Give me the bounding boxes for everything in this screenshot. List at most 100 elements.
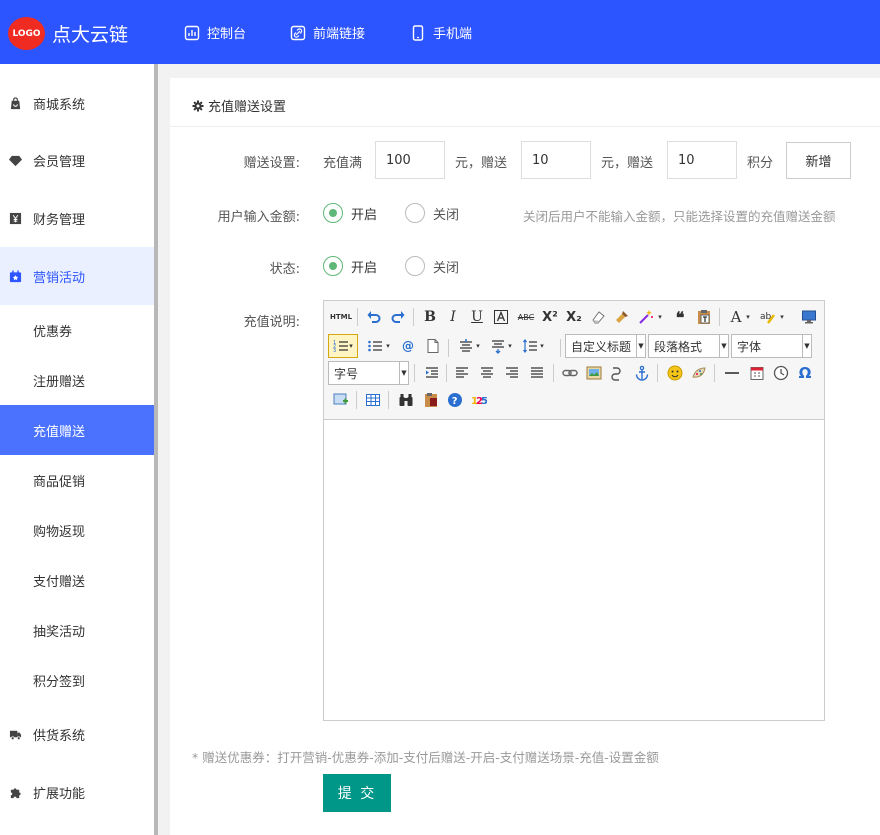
indent-icon[interactable]	[422, 363, 442, 383]
bold-icon[interactable]: B	[420, 307, 440, 327]
toolbar-separator	[388, 391, 389, 409]
radio-label: 关闭	[433, 260, 460, 276]
sidebar-scrollbar[interactable]	[154, 64, 158, 835]
chevron-down-icon[interactable]: ▾	[778, 307, 786, 327]
undo-icon[interactable]	[364, 307, 384, 327]
sidebar-sub-payment-gift[interactable]: 支付赠送	[0, 555, 154, 605]
paste-text-icon[interactable]	[694, 307, 714, 327]
eraser-icon[interactable]	[588, 307, 608, 327]
submit-button[interactable]: 提 交	[323, 774, 391, 812]
preview-icon[interactable]	[799, 307, 819, 327]
sidebar-sub-lottery[interactable]: 抽奖活动	[0, 605, 154, 655]
unordered-list-icon[interactable]	[365, 336, 385, 356]
search-replace-icon[interactable]	[396, 390, 416, 410]
clear-doc-icon[interactable]	[423, 336, 443, 356]
highlight-color-icon[interactable]: ab	[758, 307, 778, 327]
add-button[interactable]: 新增	[786, 142, 851, 179]
help-icon[interactable]: ?	[445, 390, 465, 410]
sidebar-item-members[interactable]: 会员管理	[0, 131, 154, 189]
points-unit-text: 积分	[747, 156, 774, 171]
sidebar-sub-recharge-gift[interactable]: 充值赠送	[0, 405, 154, 455]
font-size-select[interactable]: 字号 ▼	[328, 361, 409, 385]
align-right-icon[interactable]	[502, 363, 522, 383]
sidebar-sub-register-gift[interactable]: 注册赠送	[0, 355, 154, 405]
nav-frontend-links[interactable]: 前端链接	[290, 23, 365, 42]
editor-content-area[interactable]	[324, 421, 824, 720]
user-input-off-radio[interactable]: 关闭	[405, 203, 459, 223]
unlink-icon[interactable]	[608, 363, 628, 383]
align-justify-icon[interactable]	[527, 363, 547, 383]
line-height-icon[interactable]	[520, 336, 540, 356]
radio-circle	[405, 256, 425, 276]
nav-mobile[interactable]: 手机端	[410, 23, 472, 42]
scrawl-icon[interactable]	[689, 363, 709, 383]
link-icon[interactable]	[560, 363, 580, 383]
strikethrough-icon[interactable]: ABC	[516, 307, 536, 327]
chevron-down-icon[interactable]: ▾	[506, 336, 514, 356]
horizontal-rule-icon[interactable]	[722, 363, 742, 383]
gear-icon	[192, 100, 204, 111]
chevron-down-icon[interactable]: ▾	[538, 336, 546, 356]
html-source-button[interactable]: HTML	[328, 307, 354, 327]
recharge-amount-input[interactable]: 100	[375, 141, 445, 179]
yuan-gift-text-2: 元，赠送	[601, 156, 654, 171]
select-value: 段落格式	[654, 339, 703, 354]
chevron-down-icon[interactable]: ▾	[656, 307, 664, 327]
chevron-down-icon[interactable]: ▾	[474, 336, 482, 356]
logo: LOGO	[8, 17, 45, 50]
image-icon[interactable]	[584, 363, 604, 383]
template-icon[interactable]	[421, 390, 441, 410]
nav-dashboard[interactable]: 控制台	[184, 23, 246, 42]
sidebar-item-mall[interactable]: 商城系统	[0, 74, 154, 132]
nav-label: 手机端	[433, 27, 473, 42]
emoji-icon[interactable]	[665, 363, 685, 383]
sidebar-sub-coupon[interactable]: 优惠券	[0, 305, 154, 355]
sidebar-item-marketing[interactable]: 营销活动	[0, 247, 154, 305]
insert-frame-icon[interactable]	[331, 390, 351, 410]
custom-heading-select[interactable]: 自定义标题 ▼	[565, 334, 646, 358]
format-painter-icon[interactable]	[612, 307, 632, 327]
status-on-radio[interactable]: 开启	[323, 256, 377, 276]
anchor-icon[interactable]	[632, 363, 652, 383]
word-count-icon[interactable]: 125	[469, 390, 489, 410]
status-off-radio[interactable]: 关闭	[405, 256, 459, 276]
ordered-list-button[interactable]: 1 2 3 ▾	[328, 334, 358, 358]
radio-label: 关闭	[433, 207, 460, 223]
select-value: 字号	[334, 366, 359, 381]
align-left-icon[interactable]	[452, 363, 472, 383]
special-chars-icon[interactable]: Ω	[795, 363, 815, 383]
blockquote-icon[interactable]: ❝	[670, 307, 690, 327]
row-spacing-bottom-icon[interactable]	[488, 336, 508, 356]
select-all-icon[interactable]: @	[398, 336, 418, 356]
date-icon[interactable]	[747, 363, 767, 383]
sidebar-item-extensions[interactable]: 扩展功能	[0, 763, 154, 821]
chevron-down-icon[interactable]: ▾	[744, 307, 752, 327]
font-family-select[interactable]: 字体 ▼	[731, 334, 812, 358]
sidebar-item-finance[interactable]: 财务管理	[0, 189, 154, 247]
font-border-icon[interactable]	[491, 307, 511, 327]
redo-icon[interactable]	[388, 307, 408, 327]
user-input-on-radio[interactable]: 开启	[323, 203, 377, 223]
italic-icon[interactable]: I	[443, 307, 463, 327]
underline-icon[interactable]: U	[467, 307, 487, 327]
sidebar-sub-product-promo[interactable]: 商品促销	[0, 455, 154, 505]
gift-money-input[interactable]: 10	[521, 141, 591, 179]
paragraph-format-select[interactable]: 段落格式 ▼	[648, 334, 729, 358]
toolbar-separator	[356, 391, 357, 409]
superscript-icon[interactable]: X²	[540, 307, 560, 327]
font-color-icon[interactable]: A	[726, 307, 746, 327]
subscript-icon[interactable]: X₂	[564, 307, 584, 327]
sidebar-sub-cashback[interactable]: 购物返现	[0, 505, 154, 555]
table-icon[interactable]	[363, 390, 383, 410]
row-spacing-top-icon[interactable]	[456, 336, 476, 356]
align-center-icon[interactable]	[477, 363, 497, 383]
panel-title: 充值赠送设置	[192, 96, 286, 115]
gift-points-input[interactable]: 10	[667, 141, 737, 179]
sidebar-sub-points-checkin[interactable]: 积分签到	[0, 655, 154, 705]
radio-circle	[405, 203, 425, 223]
auto-format-icon[interactable]	[636, 307, 656, 327]
time-icon[interactable]	[771, 363, 791, 383]
sidebar-item-supply[interactable]: 供货系统	[0, 705, 154, 763]
select-value: 自定义标题	[571, 339, 632, 354]
chevron-down-icon[interactable]: ▾	[384, 336, 392, 356]
